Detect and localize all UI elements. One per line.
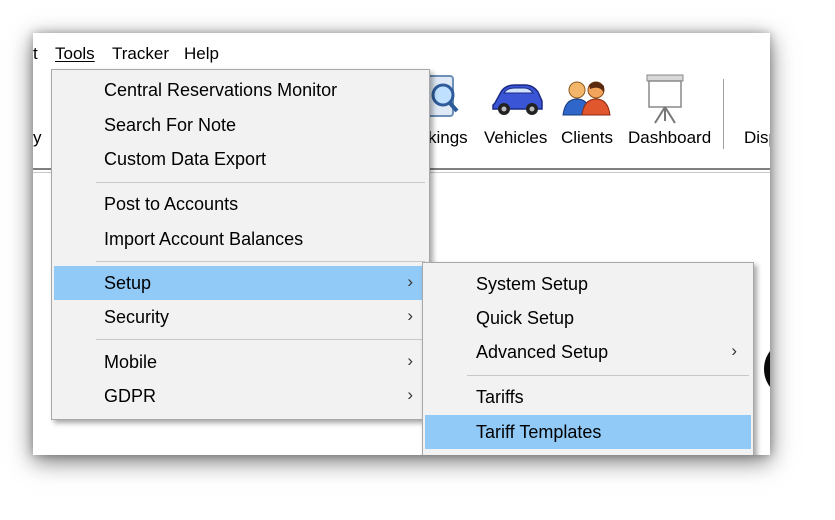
- partial-circle-graphic: [764, 339, 770, 399]
- menu-item-label: Custom Data Export: [104, 149, 267, 169]
- menu-item-post-to-accounts[interactable]: Post to Accounts: [54, 187, 427, 221]
- menu-separator: [96, 182, 425, 183]
- menu-tools-label: Tools: [55, 44, 95, 63]
- menu-separator: [96, 339, 425, 340]
- menu-item-label: Quick Setup: [476, 308, 575, 328]
- menu-item-custom-data-export[interactable]: Custom Data Export: [54, 142, 427, 176]
- chevron-right-icon: ›: [407, 385, 413, 404]
- chevron-right-icon: ›: [407, 306, 413, 325]
- presentation-board-icon: [646, 74, 684, 124]
- chevron-right-icon: ›: [407, 272, 413, 291]
- menu-item-label: Setup: [104, 273, 152, 293]
- menu-help[interactable]: Help: [184, 44, 219, 64]
- toolbar-partial-label: y: [33, 128, 42, 147]
- people-icon: [562, 81, 611, 116]
- tools-menu: Central Reservations Monitor Search For …: [51, 69, 430, 420]
- menu-item-central-reservations-monitor[interactable]: Central Reservations Monitor: [54, 73, 427, 107]
- menu-item-label: GDPR: [104, 386, 157, 406]
- chevron-right-icon: ›: [731, 341, 737, 360]
- menu-item-label: Search For Note: [104, 115, 237, 135]
- toolbar-clients-button[interactable]: Clients: [558, 73, 616, 165]
- menu-item-label: Advanced Setup: [476, 342, 609, 362]
- submenu-item-tariffs[interactable]: Tariffs: [425, 380, 751, 414]
- toolbar-dashboard-label: Dashboard: [628, 128, 712, 147]
- menu-edit-partial[interactable]: t: [33, 44, 38, 64]
- toolbar-vehicles-button[interactable]: Vehicles: [481, 73, 551, 165]
- menu-tools[interactable]: Tools: [55, 44, 95, 64]
- menu-item-label: Import Account Balances: [104, 229, 304, 249]
- menu-tracker[interactable]: Tracker: [112, 44, 169, 64]
- menu-item-label: Security: [104, 307, 170, 327]
- menu-item-label: Central Reservations Monitor: [104, 80, 338, 100]
- menu-item-label: Mobile: [104, 352, 158, 372]
- toolbar-dispatch-button[interactable]: Disp: [741, 73, 770, 165]
- menu-item-search-for-note[interactable]: Search For Note: [54, 108, 427, 142]
- submenu-item-advanced-setup[interactable]: Advanced Setup ›: [425, 335, 751, 369]
- toolbar-clients-label: Clients: [561, 128, 613, 147]
- car-icon: [492, 84, 543, 115]
- menu-separator: [96, 261, 425, 262]
- menu-item-mobile[interactable]: Mobile ›: [54, 345, 427, 379]
- toolbar-bookings-label: kings: [428, 128, 468, 147]
- menu-item-gdpr[interactable]: GDPR ›: [54, 379, 427, 413]
- menu-item-label: Post to Accounts: [104, 194, 239, 214]
- toolbar-vehicles-label: Vehicles: [484, 128, 548, 147]
- chevron-right-icon: ›: [407, 351, 413, 370]
- menu-item-setup[interactable]: Setup ›: [54, 266, 427, 300]
- menu-bar: t Tools Tracker Help: [33, 33, 770, 73]
- toolbar-dispatch-label: Disp: [744, 128, 770, 147]
- setup-submenu: System Setup Quick Setup Advanced Setup …: [422, 262, 754, 455]
- submenu-item-system-setup[interactable]: System Setup: [425, 267, 751, 301]
- submenu-item-tariff-templates[interactable]: Tariff Templates: [425, 415, 751, 449]
- menu-item-label: Tariff Templates: [476, 422, 602, 442]
- toolbar-separator: [723, 79, 724, 149]
- app-window: t Tools Tracker Help y kings Vehicles Cl…: [33, 33, 770, 455]
- menu-item-label: System Setup: [476, 274, 589, 294]
- menu-item-import-account-balances[interactable]: Import Account Balances: [54, 222, 427, 256]
- menu-item-label: Tariffs: [476, 387, 524, 407]
- submenu-item-quick-setup[interactable]: Quick Setup: [425, 301, 751, 335]
- menu-item-security[interactable]: Security ›: [54, 300, 427, 334]
- menu-separator: [467, 375, 749, 376]
- toolbar-dashboard-button[interactable]: Dashboard: [623, 73, 713, 165]
